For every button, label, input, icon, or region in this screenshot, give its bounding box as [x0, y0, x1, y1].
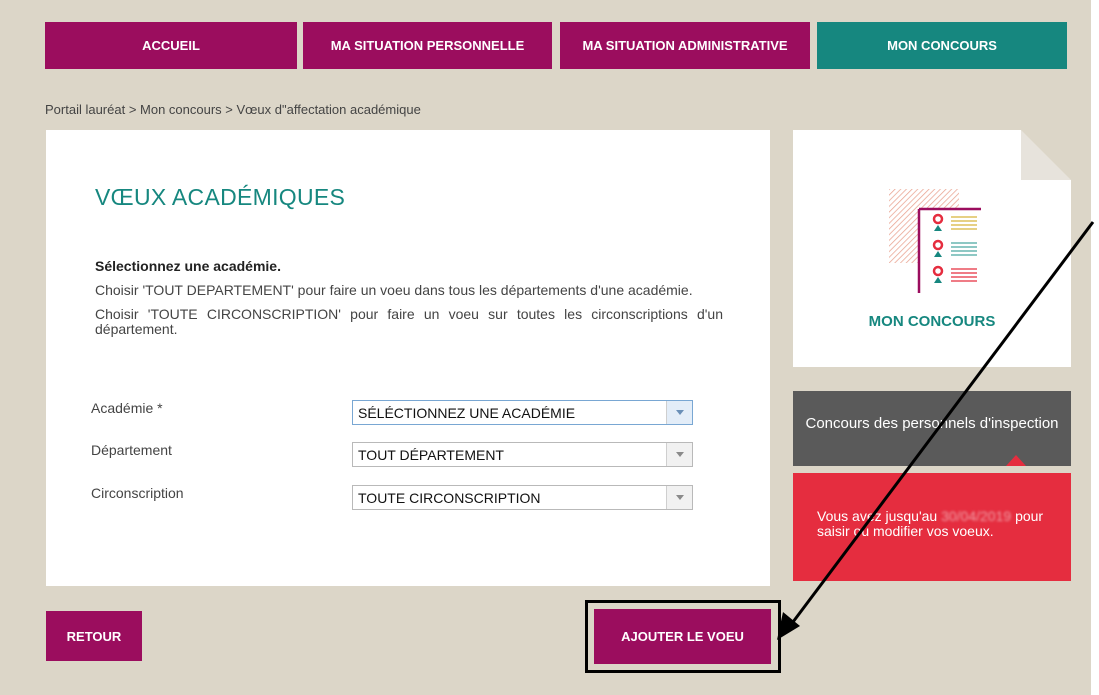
nav-situation-personnelle[interactable]: MA SITUATION PERSONNELLE: [303, 22, 552, 69]
concours-name-box: Concours des personnels d'inspection: [793, 391, 1071, 466]
voeux-card: VŒUX ACADÉMIQUES Sélectionnez une académ…: [46, 130, 770, 586]
deadline-date: 30/04/2019: [941, 508, 1012, 524]
academie-select[interactable]: SÉLÉCTIONNEZ UNE ACADÉMIE: [352, 400, 693, 425]
instruction-departement: Choisir 'TOUT DEPARTEMENT' pour faire un…: [95, 282, 693, 298]
breadcrumb: Portail lauréat > Mon concours > Vœux d"…: [45, 102, 421, 117]
academie-select-value: SÉLÉCTIONNEZ UNE ACADÉMIE: [358, 404, 576, 421]
mon-concours-card[interactable]: MON CONCOURS: [793, 130, 1071, 367]
ajouter-voeu-button[interactable]: AJOUTER LE VOEU: [594, 609, 771, 664]
page-fold: [1021, 130, 1071, 180]
retour-button[interactable]: RETOUR: [46, 611, 142, 661]
instructions: Sélectionnez une académie. Choisir 'TOUT…: [95, 259, 723, 346]
circonscription-select-value: TOUTE CIRCONSCRIPTION: [358, 489, 541, 506]
nav-situation-administrative[interactable]: MA SITUATION ADMINISTRATIVE: [560, 22, 810, 69]
page-title: VŒUX ACADÉMIQUES: [95, 184, 346, 210]
instruction-heading: Sélectionnez une académie.: [95, 258, 281, 274]
mon-concours-title: MON CONCOURS: [868, 313, 996, 330]
departement-select-value: TOUT DÉPARTEMENT: [358, 446, 504, 463]
deadline-prefix: Vous avez jusqu'au: [817, 508, 938, 524]
circonscription-label: Circonscription: [91, 485, 184, 501]
chevron-down-icon[interactable]: [666, 443, 692, 466]
circonscription-select[interactable]: TOUTE CIRCONSCRIPTION: [352, 485, 693, 510]
concours-list-icon: [889, 189, 981, 293]
concours-name: Concours des personnels d'inspection: [805, 415, 1059, 432]
nav-accueil[interactable]: ACCUEIL: [45, 22, 297, 69]
departement-select[interactable]: TOUT DÉPARTEMENT: [352, 442, 693, 467]
nav-mon-concours[interactable]: MON CONCOURS: [817, 22, 1067, 69]
chevron-down-icon[interactable]: [666, 401, 692, 424]
notch-arrow: [1006, 455, 1026, 466]
chevron-down-icon[interactable]: [666, 486, 692, 509]
instruction-circonscription: Choisir 'TOUTE CIRCONSCRIPTION' pour fai…: [95, 306, 723, 337]
academie-label: Académie *: [91, 400, 163, 416]
deadline-box: Vous avez jusqu'au 30/04/2019 pour saisi…: [793, 473, 1071, 581]
departement-label: Département: [91, 442, 172, 458]
